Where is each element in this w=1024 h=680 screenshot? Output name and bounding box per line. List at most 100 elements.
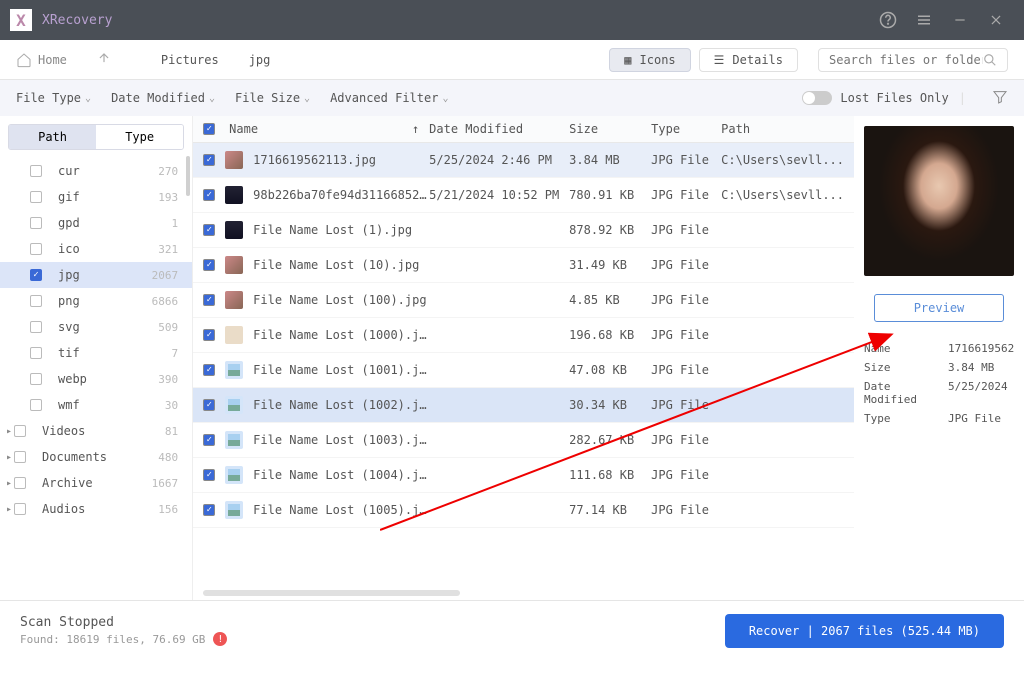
row-checkbox[interactable] xyxy=(203,399,215,411)
checkbox[interactable] xyxy=(30,295,42,307)
recover-button[interactable]: Recover | 2067 files (525.44 MB) xyxy=(725,614,1004,648)
sidebar-item-gif[interactable]: gif193 xyxy=(0,184,192,210)
chevron-down-icon: ⌄ xyxy=(209,93,215,104)
menu-icon[interactable] xyxy=(910,6,938,34)
checkbox[interactable] xyxy=(30,269,42,281)
file-thumbnail xyxy=(225,361,243,379)
tab-path[interactable]: Path xyxy=(9,125,96,149)
row-checkbox[interactable] xyxy=(203,294,215,306)
sidebar-item-webp[interactable]: webp390 xyxy=(0,366,192,392)
filter-file-size[interactable]: File Size⌄ xyxy=(235,91,310,105)
sidebar-item-tif[interactable]: tif7 xyxy=(0,340,192,366)
table-row[interactable]: File Name Lost (1001).jpg47.08 KBJPG Fil… xyxy=(193,353,854,388)
up-icon[interactable] xyxy=(97,50,111,69)
filter-advanced[interactable]: Advanced Filter⌄ xyxy=(330,91,448,105)
help-icon[interactable] xyxy=(874,6,902,34)
breadcrumb-1[interactable]: jpg xyxy=(249,53,271,67)
warning-icon[interactable]: ! xyxy=(213,632,227,646)
expand-icon[interactable]: ▸ xyxy=(6,426,12,437)
view-icons-button[interactable]: ▦Icons xyxy=(609,48,690,72)
tab-type[interactable]: Type xyxy=(96,125,183,149)
col-type[interactable]: Type xyxy=(651,122,721,136)
minimize-icon[interactable] xyxy=(946,6,974,34)
table-header: Name ↑ Date Modified Size Type Path xyxy=(193,116,854,143)
sidebar-item-jpg[interactable]: jpg2067 xyxy=(0,262,192,288)
breadcrumb-0[interactable]: Pictures xyxy=(161,53,219,67)
checkbox[interactable] xyxy=(14,477,26,489)
search-input[interactable] xyxy=(829,53,983,67)
view-details-button[interactable]: ☰Details xyxy=(699,48,798,72)
checkbox[interactable] xyxy=(30,321,42,333)
sidebar-item-Audios[interactable]: ▸Audios156 xyxy=(0,496,192,522)
table-row[interactable]: File Name Lost (1002).jpg30.34 KBJPG Fil… xyxy=(193,388,854,423)
checkbox[interactable] xyxy=(30,217,42,229)
checkbox[interactable] xyxy=(30,373,42,385)
file-thumbnail xyxy=(225,221,243,239)
checkbox[interactable] xyxy=(14,503,26,515)
home-icon xyxy=(16,52,32,68)
row-checkbox[interactable] xyxy=(203,189,215,201)
sidebar-item-Archive[interactable]: ▸Archive1667 xyxy=(0,470,192,496)
file-thumbnail xyxy=(225,396,243,414)
col-date[interactable]: Date Modified xyxy=(429,122,569,136)
table-row[interactable]: File Name Lost (1005).jpg77.14 KBJPG Fil… xyxy=(193,493,854,528)
table-row[interactable]: File Name Lost (1004).jpg111.68 KBJPG Fi… xyxy=(193,458,854,493)
col-name[interactable]: Name xyxy=(229,122,258,136)
app-title: XRecovery xyxy=(42,13,112,28)
sidebar-item-gpd[interactable]: gpd1 xyxy=(0,210,192,236)
table-row[interactable]: File Name Lost (1).jpg878.92 KBJPG File xyxy=(193,213,854,248)
checkbox[interactable] xyxy=(14,451,26,463)
row-checkbox[interactable] xyxy=(203,469,215,481)
app-logo: X xyxy=(10,9,32,31)
row-checkbox[interactable] xyxy=(203,329,215,341)
col-path[interactable]: Path xyxy=(721,122,844,136)
checkbox[interactable] xyxy=(30,347,42,359)
checkbox[interactable] xyxy=(14,425,26,437)
expand-icon[interactable]: ▸ xyxy=(6,478,12,489)
row-checkbox[interactable] xyxy=(203,364,215,376)
table-row[interactable]: 1716619562113.jpg5/25/2024 2:46 PM3.84 M… xyxy=(193,143,854,178)
row-checkbox[interactable] xyxy=(203,154,215,166)
row-checkbox[interactable] xyxy=(203,504,215,516)
funnel-icon[interactable] xyxy=(992,89,1008,108)
sidebar-item-cur[interactable]: cur270 xyxy=(0,158,192,184)
home-button[interactable]: Home xyxy=(16,52,67,68)
table-row[interactable]: File Name Lost (100).jpg4.85 KBJPG File xyxy=(193,283,854,318)
table-row[interactable]: File Name Lost (1000).jpg196.68 KBJPG Fi… xyxy=(193,318,854,353)
expand-icon[interactable]: ▸ xyxy=(6,452,12,463)
file-thumbnail xyxy=(225,431,243,449)
search-icon xyxy=(983,53,997,67)
filter-file-type[interactable]: File Type⌄ xyxy=(16,91,91,105)
checkbox[interactable] xyxy=(30,399,42,411)
search-box[interactable] xyxy=(818,48,1008,72)
row-checkbox[interactable] xyxy=(203,259,215,271)
sidebar-scrollbar[interactable] xyxy=(186,156,190,196)
row-checkbox[interactable] xyxy=(203,224,215,236)
sidebar-item-Documents[interactable]: ▸Documents480 xyxy=(0,444,192,470)
file-thumbnail xyxy=(225,326,243,344)
col-size[interactable]: Size xyxy=(569,122,651,136)
sidebar-item-Videos[interactable]: ▸Videos81 xyxy=(0,418,192,444)
table-row[interactable]: 98b226ba70fe94d311668527d01...5/21/2024 … xyxy=(193,178,854,213)
file-thumbnail xyxy=(225,291,243,309)
close-icon[interactable] xyxy=(982,6,1010,34)
header-checkbox[interactable] xyxy=(203,123,215,135)
filter-date-modified[interactable]: Date Modified⌄ xyxy=(111,91,215,105)
scan-summary: Found: 18619 files, 76.69 GB xyxy=(20,633,205,646)
expand-icon[interactable]: ▸ xyxy=(6,504,12,515)
h-scrollbar[interactable] xyxy=(203,590,844,598)
checkbox[interactable] xyxy=(30,191,42,203)
sidebar-item-ico[interactable]: ico321 xyxy=(0,236,192,262)
checkbox[interactable] xyxy=(30,243,42,255)
preview-button[interactable]: Preview xyxy=(874,294,1004,322)
sidebar-item-svg[interactable]: svg509 xyxy=(0,314,192,340)
sort-up-icon[interactable]: ↑ xyxy=(412,122,419,136)
checkbox[interactable] xyxy=(30,165,42,177)
chevron-down-icon: ⌄ xyxy=(85,93,91,104)
sidebar-item-wmf[interactable]: wmf30 xyxy=(0,392,192,418)
table-row[interactable]: File Name Lost (10).jpg31.49 KBJPG File xyxy=(193,248,854,283)
table-row[interactable]: File Name Lost (1003).jpg282.67 KBJPG Fi… xyxy=(193,423,854,458)
sidebar-item-png[interactable]: png6866 xyxy=(0,288,192,314)
row-checkbox[interactable] xyxy=(203,434,215,446)
lost-files-toggle[interactable] xyxy=(802,91,832,105)
